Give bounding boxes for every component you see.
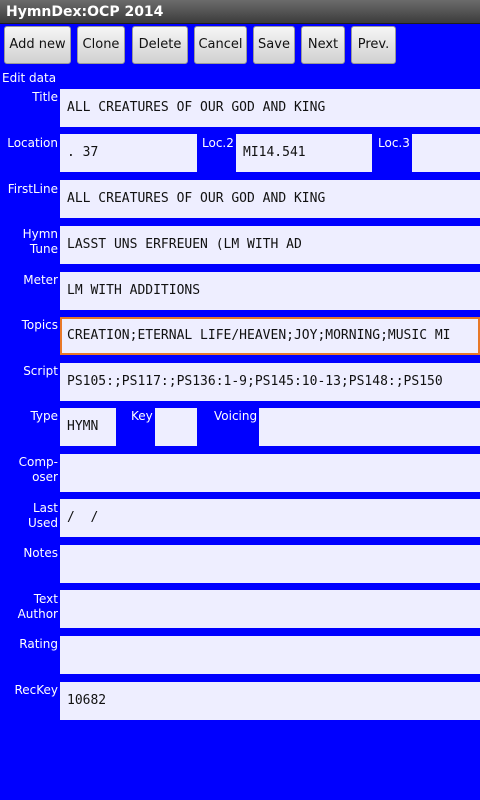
hymn-tune-label: Hymn Tune	[23, 227, 58, 257]
reckey-label: RecKey	[14, 683, 58, 697]
meter-label: Meter	[23, 273, 58, 287]
hymn-tune-field[interactable]: LASST UNS ERFREUEN (LM WITH AD	[60, 226, 480, 264]
add-new-button[interactable]: Add new	[4, 26, 71, 64]
last-used-label-line1: Last	[33, 501, 58, 515]
title-bar: HymnDex:OCP 2014	[0, 0, 480, 24]
location-label: Location	[7, 136, 58, 150]
type-label: Type	[30, 409, 58, 423]
last-used-label-line2: Used	[27, 516, 58, 530]
next-button[interactable]: Next	[301, 26, 345, 64]
title-field[interactable]: ALL CREATURES OF OUR GOD AND KING	[60, 89, 480, 127]
voicing-label: Voicing	[214, 409, 258, 423]
loc3-field[interactable]	[412, 134, 480, 172]
type-field[interactable]: HYMN	[60, 408, 116, 446]
rating-label: Rating	[19, 637, 58, 651]
notes-label: Notes	[23, 546, 58, 560]
firstline-label: FirstLine	[7, 182, 58, 196]
composer-label-line1: Comp-	[18, 455, 58, 469]
text-author-label-line1: Text	[33, 592, 58, 606]
key-label: Key	[131, 409, 153, 423]
voicing-field[interactable]	[259, 408, 480, 446]
text-author-field[interactable]	[60, 590, 480, 628]
loc2-field[interactable]: MI14.541	[236, 134, 372, 172]
meter-field[interactable]: LM WITH ADDITIONS	[60, 272, 480, 310]
rating-field[interactable]	[60, 636, 480, 674]
clone-button[interactable]: Clone	[77, 26, 125, 64]
last-used-label: Last Used	[28, 501, 58, 531]
reckey-field[interactable]: 10682	[60, 682, 480, 720]
composer-field[interactable]	[60, 454, 480, 492]
firstline-field[interactable]: ALL CREATURES OF OUR GOD AND KING	[60, 180, 480, 218]
last-used-field[interactable]: / /	[60, 499, 480, 537]
loc3-label: Loc.3	[378, 136, 410, 150]
script-field[interactable]: PS105:;PS117:;PS136:1-9;PS145:10-13;PS14…	[60, 363, 480, 401]
cancel-button[interactable]: Cancel	[194, 26, 247, 64]
delete-button[interactable]: Delete	[132, 26, 188, 64]
loc2-label: Loc.2	[202, 136, 234, 150]
key-field[interactable]	[155, 408, 197, 446]
script-label: Script	[23, 364, 58, 378]
notes-field[interactable]	[60, 545, 480, 583]
text-author-label-line2: Author	[17, 607, 58, 621]
composer-label-line2: oser	[32, 470, 58, 484]
save-button[interactable]: Save	[253, 26, 295, 64]
hymn-tune-label-line1: Hymn	[22, 227, 58, 241]
text-author-label: Text Author	[18, 592, 58, 622]
composer-label: Comp- oser	[19, 455, 58, 485]
title-label: Title	[32, 90, 58, 104]
prev-button[interactable]: Prev.	[351, 26, 396, 64]
section-label: Edit data	[2, 71, 57, 85]
topics-field[interactable]: CREATION;ETERNAL LIFE/HEAVEN;JOY;MORNING…	[60, 317, 480, 355]
location-field[interactable]: . 37	[60, 134, 197, 172]
hymn-tune-label-line2: Tune	[29, 242, 58, 256]
topics-label: Topics	[21, 318, 58, 332]
